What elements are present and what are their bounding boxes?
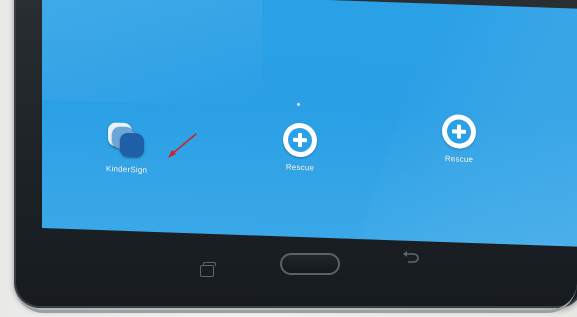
recent-apps-icon[interactable] <box>200 262 216 277</box>
tablet-photo: KinderSign Rescue Rescue <box>0 0 577 317</box>
back-icon[interactable] <box>402 250 420 264</box>
home-button[interactable] <box>280 253 340 275</box>
